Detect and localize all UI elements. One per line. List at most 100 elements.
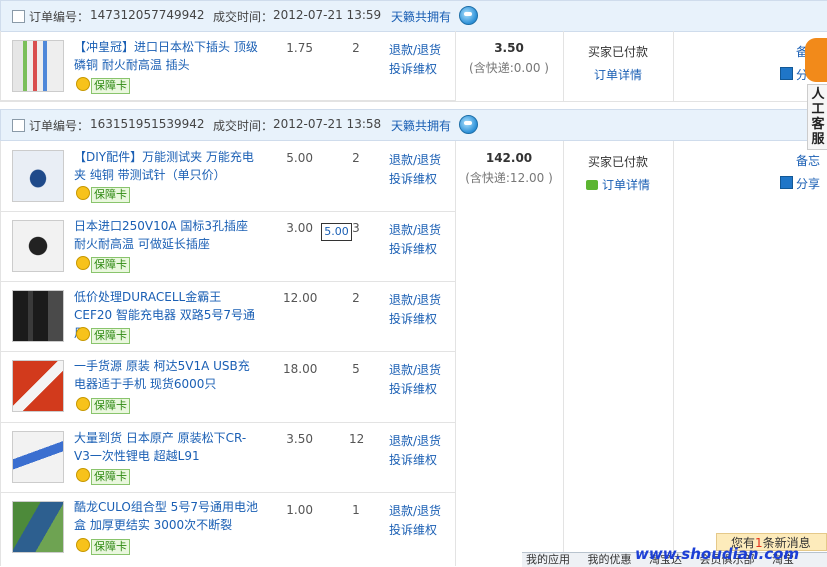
customer-service-button[interactable]: 人工客服 xyxy=(807,84,827,150)
shield-icon xyxy=(76,397,90,411)
battery-box-thumb[interactable] xyxy=(12,501,64,553)
refund-link[interactable]: 退款/退货 xyxy=(389,361,441,380)
item-price: 1.00 xyxy=(286,503,313,517)
order-checkbox[interactable] xyxy=(12,10,25,23)
item-quantity: 2 xyxy=(352,291,360,305)
order-block-2: 订单编号： 163151951539942 成交时间： 2012-07-21 1… xyxy=(0,109,827,141)
order-detail-link[interactable]: 订单详情 xyxy=(563,66,673,83)
item-actions: 退款/退货 投诉维权 xyxy=(389,221,441,259)
shield-icon xyxy=(76,468,90,482)
item-price: 3.00 xyxy=(286,221,313,235)
complaint-link[interactable]: 投诉维权 xyxy=(389,451,441,470)
order-item-row: 【冲皇冠】进口日本松下插头 顶级磷铜 耐火耐高温 插头 保障卡 1.75 2 退… xyxy=(0,31,456,101)
order-checkbox[interactable] xyxy=(12,119,25,132)
order-item-row: 一手货源 原装 柯达5V1A USB充电器适于手机 现货6000只 保障卡 18… xyxy=(0,351,456,423)
order-number: 147312057749942 xyxy=(90,8,205,22)
guarantee-badge[interactable]: 保障卡 xyxy=(76,538,130,555)
item-title-link[interactable]: 【DIY配件】万能测试夹 万能充电夹 纯铜 带测试针（单只价） xyxy=(74,148,259,184)
item-price: 5.00 xyxy=(286,151,313,165)
socket-thumb[interactable] xyxy=(12,220,64,272)
refund-link[interactable]: 退款/退货 xyxy=(389,502,441,521)
order-item-row: 日本进口250V10A 国标3孔插座 耐火耐高温 可做延长插座 保障卡 3.00… xyxy=(0,211,456,282)
item-quantity: 5 xyxy=(352,362,360,376)
shield-icon xyxy=(76,186,90,200)
item-title-link[interactable]: 一手货源 原装 柯达5V1A USB充电器适于手机 现货6000只 xyxy=(74,357,259,393)
guarantee-badge[interactable]: 保障卡 xyxy=(76,327,130,344)
order-status: 买家已付款 订单详情 xyxy=(563,43,673,83)
item-price: 12.00 xyxy=(283,291,318,305)
shipping-fee: (含快递:0.00 ) xyxy=(469,61,549,75)
seller-link[interactable]: 天籁共拥有 xyxy=(391,117,451,134)
order-item-row: 大量到货 日本原产 原装松下CR-V3一次性锂电 超越L91 保障卡 3.50 … xyxy=(0,422,456,493)
shield-icon xyxy=(76,327,90,341)
shield-icon xyxy=(76,256,90,270)
plugs-thumb[interactable] xyxy=(12,40,64,92)
refund-link[interactable]: 退款/退货 xyxy=(389,151,441,170)
wangwang-chat-icon[interactable] xyxy=(459,6,478,25)
complaint-link[interactable]: 投诉维权 xyxy=(389,60,441,79)
refund-link[interactable]: 退款/退货 xyxy=(389,291,441,310)
status-text: 买家已付款 xyxy=(587,155,648,169)
toolbar-item-coupons[interactable]: 我的优惠 xyxy=(588,553,632,566)
item-quantity: 2 xyxy=(352,41,360,55)
shipping-fee: (含快递:12.00 ) xyxy=(465,171,553,185)
seller-link[interactable]: 天籁共拥有 xyxy=(391,8,451,25)
chat-icon xyxy=(585,180,598,190)
item-actions: 退款/退货 投诉维权 xyxy=(389,291,441,329)
clip-thumb[interactable] xyxy=(12,150,64,202)
total-amount: 3.50 xyxy=(494,41,524,55)
item-quantity: 12 xyxy=(349,432,365,446)
usb-charger-thumb[interactable] xyxy=(12,360,64,412)
shield-icon xyxy=(76,538,90,552)
shield-icon xyxy=(76,77,90,91)
complaint-link[interactable]: 投诉维权 xyxy=(389,240,441,259)
order-item-row: 低价处理DURACELL金霸王CEF20 智能充电器 双路5号7号通用 保障卡 … xyxy=(0,281,456,352)
complaint-link[interactable]: 投诉维权 xyxy=(389,521,441,540)
deal-time: 2012-07-21 13:58 xyxy=(273,117,382,131)
deal-time: 2012-07-21 13:59 xyxy=(273,8,382,22)
order-side-actions: 备忘 分享 xyxy=(760,152,827,192)
complaint-link[interactable]: 投诉维权 xyxy=(389,310,441,329)
guarantee-badge[interactable]: 保障卡 xyxy=(76,77,130,94)
total-amount: 142.00 xyxy=(485,151,533,165)
order-header: 订单编号： 163151951539942 成交时间： 2012-07-21 1… xyxy=(0,109,827,141)
item-quantity: 2 xyxy=(352,151,360,165)
deal-time-label: 成交时间： xyxy=(213,10,274,24)
order-number: 163151951539942 xyxy=(90,117,205,131)
item-title-link[interactable]: 大量到货 日本原产 原装松下CR-V3一次性锂电 超越L91 xyxy=(74,429,259,465)
order-detail-link[interactable]: 订单详情 xyxy=(563,176,673,193)
order-number-label: 订单编号： xyxy=(29,119,90,133)
charger-thumb[interactable] xyxy=(12,290,64,342)
battery-thumb[interactable] xyxy=(12,431,64,483)
memo-link[interactable]: 备忘 xyxy=(760,152,827,169)
mascot-icon[interactable] xyxy=(805,38,827,82)
order-block-1: 订单编号： 147312057749942 成交时间： 2012-07-21 1… xyxy=(0,0,827,32)
watermark-logo: www.shoudian.com xyxy=(635,545,800,563)
refund-link[interactable]: 退款/退货 xyxy=(389,41,441,60)
item-title-link[interactable]: 日本进口250V10A 国标3孔插座 耐火耐高温 可做延长插座 xyxy=(74,217,259,253)
order-item-row: 酷龙CULO组合型 5号7号通用电池盒 加厚更结实 3000次不断裂 保障卡 1… xyxy=(0,492,456,566)
guarantee-badge[interactable]: 保障卡 xyxy=(76,468,130,485)
order-item-row: 【DIY配件】万能测试夹 万能充电夹 纯铜 带测试针（单只价） 保障卡 5.00… xyxy=(0,141,456,212)
complaint-link[interactable]: 投诉维权 xyxy=(389,380,441,399)
item-title-link[interactable]: 酷龙CULO组合型 5号7号通用电池盒 加厚更结实 3000次不断裂 xyxy=(74,498,259,534)
order-header: 订单编号： 147312057749942 成交时间： 2012-07-21 1… xyxy=(0,0,827,32)
item-price: 3.50 xyxy=(286,432,313,446)
item-actions: 退款/退货 投诉维权 xyxy=(389,151,441,189)
wangwang-chat-icon[interactable] xyxy=(459,115,478,134)
toolbar-item-my-apps[interactable]: 我的应用 xyxy=(526,553,570,566)
share-link[interactable]: 分享 xyxy=(760,175,827,192)
share-icon xyxy=(780,176,793,189)
refund-link[interactable]: 退款/退货 xyxy=(389,432,441,451)
item-price: 1.75 xyxy=(286,41,313,55)
guarantee-badge[interactable]: 保障卡 xyxy=(76,397,130,414)
guarantee-badge[interactable]: 保障卡 xyxy=(76,256,130,273)
order-total: 3.50 (含快递:0.00 ) xyxy=(455,41,563,76)
item-quantity: 1 xyxy=(352,503,360,517)
order-number-label: 订单编号： xyxy=(29,10,90,24)
item-title-link[interactable]: 【冲皇冠】进口日本松下插头 顶级磷铜 耐火耐高温 插头 xyxy=(74,38,259,74)
guarantee-badge[interactable]: 保障卡 xyxy=(76,186,130,203)
deal-time-label: 成交时间： xyxy=(213,119,274,133)
complaint-link[interactable]: 投诉维权 xyxy=(389,170,441,189)
refund-link[interactable]: 退款/退货 xyxy=(389,221,441,240)
